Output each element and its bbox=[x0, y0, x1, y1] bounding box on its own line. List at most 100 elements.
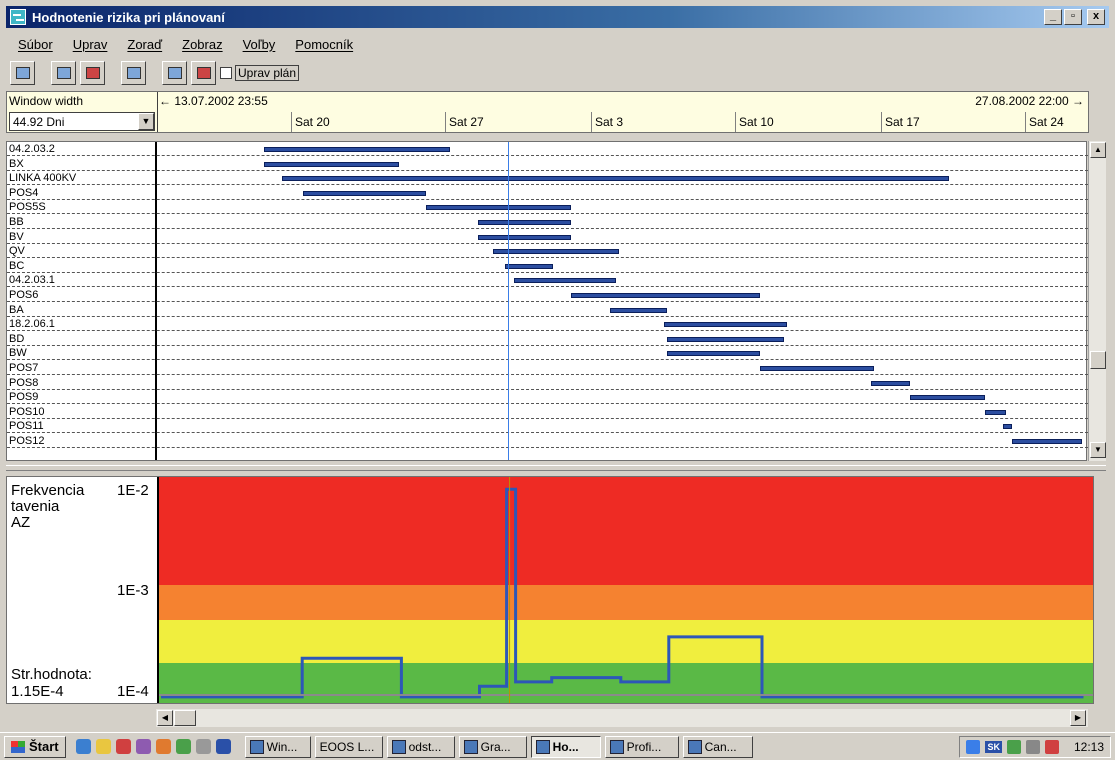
gantt-row[interactable]: 18.2.06.1 bbox=[7, 317, 1088, 332]
tick-label: Sat 3 bbox=[591, 112, 623, 132]
title-bar[interactable]: Hodnotenie rizika pri plánovaní _ ▫ x bbox=[6, 6, 1109, 28]
export-button[interactable] bbox=[191, 61, 216, 85]
calculator-button[interactable] bbox=[121, 61, 146, 85]
minimize-button[interactable]: _ bbox=[1044, 9, 1062, 25]
scroll-down-icon[interactable]: ▼ bbox=[1090, 442, 1106, 458]
task-button[interactable]: Win... bbox=[244, 735, 311, 758]
desktop-icon[interactable] bbox=[95, 739, 111, 754]
task-bar[interactable] bbox=[264, 161, 400, 167]
task-label: POS11 bbox=[9, 420, 44, 433]
language-indicator[interactable]: SK bbox=[985, 741, 1002, 753]
gantt-row[interactable]: POS6 bbox=[7, 288, 1088, 302]
gantt-row[interactable]: BA bbox=[7, 303, 1088, 317]
app-window: Hodnotenie rizika pri plánovaní _ ▫ x Sú… bbox=[0, 0, 1115, 760]
status-icon[interactable] bbox=[1006, 740, 1021, 754]
checkbox-box[interactable] bbox=[220, 67, 232, 79]
task-bar[interactable] bbox=[477, 234, 571, 240]
menu-pomocnik[interactable]: Pomocník bbox=[295, 37, 353, 52]
scroll-right-icon[interactable]: ▶ bbox=[1070, 710, 1086, 726]
start-button[interactable]: Štart bbox=[4, 735, 66, 758]
window-width-select[interactable]: 44.92 Dni ▼ bbox=[9, 112, 155, 131]
task-bar[interactable] bbox=[985, 409, 1007, 415]
gantt-row[interactable]: QV bbox=[7, 244, 1088, 259]
task-button[interactable]: Can... bbox=[682, 735, 753, 758]
scroll-left-icon[interactable]: ◀ bbox=[157, 710, 173, 726]
find-button[interactable] bbox=[80, 61, 105, 85]
task-button-active[interactable]: Ho... bbox=[530, 735, 601, 758]
gantt-row[interactable]: BB bbox=[7, 215, 1088, 229]
task-button[interactable]: odst... bbox=[386, 735, 455, 758]
volume-icon[interactable] bbox=[1025, 740, 1040, 754]
gantt-row[interactable]: POS10 bbox=[7, 405, 1088, 419]
task-button[interactable]: Gra... bbox=[458, 735, 527, 758]
task-bar[interactable] bbox=[504, 263, 553, 269]
pane-splitter[interactable] bbox=[6, 465, 1106, 471]
close-button[interactable]: x bbox=[1087, 9, 1105, 25]
print-button[interactable] bbox=[162, 61, 187, 85]
gantt-vertical-scrollbar[interactable]: ▲ ▼ bbox=[1088, 141, 1106, 461]
gantt-row[interactable]: POS12 bbox=[7, 434, 1088, 448]
gantt-row[interactable]: 04.2.03.1 bbox=[7, 273, 1088, 288]
task-bar[interactable] bbox=[1003, 424, 1013, 430]
edit-plan-checkbox[interactable]: Uprav plán bbox=[220, 65, 300, 81]
task-bar[interactable] bbox=[1012, 439, 1082, 444]
task-label: BV bbox=[9, 230, 24, 243]
menu-volby[interactable]: Voľby bbox=[243, 37, 276, 52]
hscroll-thumb[interactable] bbox=[174, 710, 196, 726]
gantt-row[interactable]: POS9 bbox=[7, 390, 1088, 405]
horizontal-scrollbar[interactable]: ◀ ▶ bbox=[156, 709, 1088, 727]
gantt-row[interactable]: BW bbox=[7, 346, 1088, 361]
task-label: POS7 bbox=[9, 362, 39, 374]
task-bar[interactable] bbox=[264, 147, 451, 152]
task-button[interactable]: EOOS L... bbox=[314, 735, 383, 758]
scroll-thumb[interactable] bbox=[1090, 351, 1106, 369]
menu-zobraz[interactable]: Zobraz bbox=[182, 37, 222, 52]
task-bar[interactable] bbox=[663, 322, 788, 328]
gantt-row[interactable]: POS8 bbox=[7, 376, 1088, 390]
menu-subor[interactable]: Súbor bbox=[18, 37, 53, 52]
app-icon[interactable] bbox=[175, 739, 191, 754]
task-button[interactable]: Profi... bbox=[604, 735, 679, 758]
menu-zorad[interactable]: Zoraď bbox=[127, 37, 162, 52]
tool-icon[interactable] bbox=[135, 739, 151, 754]
task-bar[interactable] bbox=[871, 380, 911, 386]
gantt-row[interactable]: LINKA 400KV bbox=[7, 171, 1088, 186]
gantt-row[interactable]: POS5S bbox=[7, 200, 1088, 215]
gantt-row[interactable]: POS11 bbox=[7, 419, 1088, 434]
task-label: EOOS L... bbox=[319, 739, 375, 754]
gantt-row[interactable]: 04.2.03.2 bbox=[7, 142, 1088, 156]
task-bar[interactable] bbox=[760, 366, 875, 371]
task-bar[interactable] bbox=[609, 307, 667, 313]
task-bar[interactable] bbox=[570, 293, 760, 298]
task-bar[interactable] bbox=[666, 336, 785, 342]
average-value: 1.15E-4 bbox=[11, 683, 64, 700]
task-bar[interactable] bbox=[513, 278, 616, 284]
task-bar[interactable] bbox=[666, 351, 760, 357]
menu-uprav[interactable]: Uprav bbox=[73, 37, 108, 52]
gantt-row[interactable]: BV bbox=[7, 230, 1088, 244]
save-icon[interactable] bbox=[215, 739, 231, 754]
maximize-button[interactable]: ▫ bbox=[1064, 9, 1082, 25]
gantt-row[interactable]: POS4 bbox=[7, 186, 1088, 200]
task-bar[interactable] bbox=[426, 205, 571, 211]
security-icon[interactable] bbox=[1044, 740, 1059, 754]
mail-icon[interactable] bbox=[115, 739, 131, 754]
gantt-row[interactable]: POS7 bbox=[7, 361, 1088, 375]
gantt-row[interactable]: BD bbox=[7, 332, 1088, 346]
scroll-up-icon[interactable]: ▲ bbox=[1090, 142, 1106, 158]
chevron-down-icon[interactable]: ▼ bbox=[138, 113, 154, 130]
network-icon[interactable] bbox=[966, 740, 981, 754]
task-bar[interactable] bbox=[492, 249, 619, 255]
gantt-row[interactable]: BX bbox=[7, 157, 1088, 171]
time-cursor[interactable] bbox=[507, 142, 509, 460]
task-bar[interactable] bbox=[303, 190, 427, 196]
task-bar[interactable] bbox=[910, 395, 986, 401]
media-icon[interactable] bbox=[155, 739, 171, 754]
task-bar[interactable] bbox=[477, 220, 571, 225]
browser-icon[interactable] bbox=[75, 739, 91, 754]
filter-button[interactable] bbox=[51, 61, 76, 85]
task-bar[interactable] bbox=[282, 176, 950, 182]
gantt-row[interactable]: BC bbox=[7, 259, 1088, 273]
search-icon[interactable] bbox=[195, 739, 211, 754]
open-button[interactable] bbox=[10, 61, 35, 85]
